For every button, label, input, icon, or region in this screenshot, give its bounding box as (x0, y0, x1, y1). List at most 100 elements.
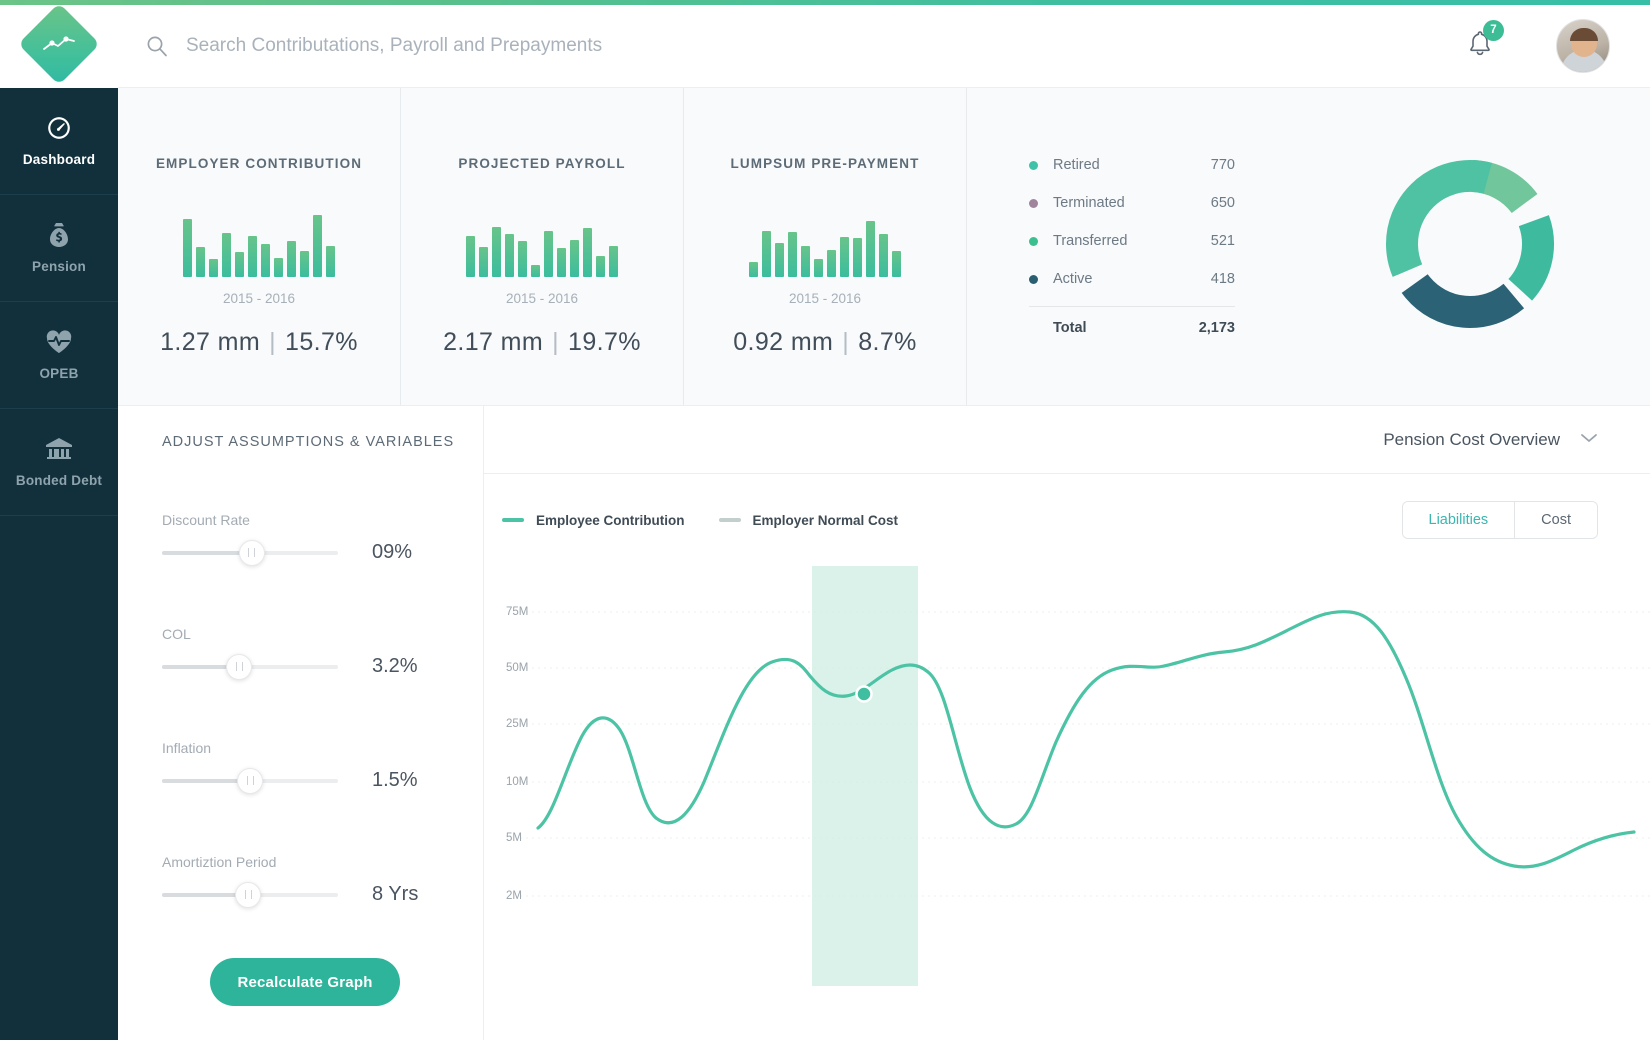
sparkline-bar (183, 219, 192, 277)
divider (1029, 306, 1235, 307)
slider-handle[interactable] (238, 539, 265, 566)
legend-label: Employee Contribution (536, 512, 685, 528)
slider-track[interactable] (162, 539, 338, 566)
top-header: 7 (118, 5, 1650, 88)
y-axis-tick: 2M (506, 890, 522, 902)
kpi-card-lumpsum-pre-payment[interactable]: LUMPSUM PRE-PAYMENT 2015 - 2016 0.92 mm |… (684, 88, 967, 405)
legend-swatch-icon (502, 518, 524, 522)
donut-chart[interactable] (1380, 154, 1560, 339)
avatar[interactable] (1556, 19, 1610, 73)
sidebar-item-bonded-debt[interactable]: Bonded Debt (0, 409, 118, 516)
sparkline-bar (222, 233, 231, 277)
slider-track[interactable] (162, 881, 338, 908)
legend-label: Transferred (1053, 233, 1128, 249)
chart-panel: Pension Cost Overview Employee Contribut… (484, 406, 1650, 1040)
sparkline-bar (492, 227, 501, 277)
slider-track[interactable] (162, 653, 338, 680)
sparkline-bar (248, 236, 257, 277)
legend-dot-icon (1029, 274, 1038, 284)
kpi-amount: 2.17 mm (443, 328, 544, 356)
y-axis-tick: 75M (506, 606, 529, 618)
y-axis-tick: 10M (506, 776, 529, 788)
chart-header: Pension Cost Overview (484, 406, 1650, 474)
sparkline-bar (801, 246, 810, 277)
kpi-row: EMPLOYER CONTRIBUTION 2015 - 2016 1.27 m… (118, 88, 1650, 406)
list-item[interactable]: Terminated 650 (1029, 184, 1235, 222)
y-axis-tick: 25M (506, 718, 529, 730)
sparkline-bar (827, 250, 836, 277)
avatar-hair (1570, 28, 1598, 41)
series-employee-contribution (536, 610, 1636, 869)
sidebar-item-label: Pension (32, 259, 86, 274)
recalculate-graph-button[interactable]: Recalculate Graph (210, 958, 400, 1006)
kpi-title: EMPLOYER CONTRIBUTION (155, 156, 363, 171)
dashboard-page: Dashboard Pension OPEB Bonded Debt Searc… (0, 0, 1650, 1040)
toggle-cost[interactable]: Cost (1514, 502, 1597, 538)
heart-pulse-icon (45, 329, 73, 355)
kpi-value: 0.92 mm | 8.7% (733, 328, 917, 357)
kpi-years: 2015 - 2016 (788, 291, 862, 306)
slider-value: 1.5% (372, 769, 418, 791)
legend-value: 770 (1210, 157, 1235, 173)
sparkline-bar (749, 262, 758, 277)
sparkline-bar (518, 241, 527, 277)
kpi-divider: | (842, 328, 850, 356)
sparkline-bars (466, 215, 618, 277)
sidebar-item-pension[interactable]: Pension (0, 195, 118, 302)
slider-track[interactable] (162, 767, 338, 794)
kpi-card-employer-contribution[interactable]: EMPLOYER CONTRIBUTION 2015 - 2016 1.27 m… (118, 88, 401, 405)
slider-handle[interactable] (226, 653, 253, 680)
sparkline-bar (840, 237, 849, 277)
slider-col: COL 3.2% (162, 626, 483, 680)
slider-handle[interactable] (237, 767, 263, 794)
legend-value: 650 (1210, 195, 1235, 211)
diamond-chart-logo-icon (17, 2, 101, 86)
chart-select-dropdown[interactable]: Pension Cost Overview (1383, 430, 1598, 450)
notifications-button[interactable]: 7 (1466, 19, 1504, 64)
speedometer-icon (46, 115, 72, 141)
kpi-value: 1.27 mm | 15.7% (160, 328, 358, 357)
chart-select-label: Pension Cost Overview (1383, 429, 1560, 449)
chart-legend: Employee Contribution Employer Normal Co… (502, 513, 898, 528)
kpi-percent: 15.7% (285, 328, 358, 356)
sparkline-bars (183, 215, 335, 277)
sparkline-bar (466, 236, 475, 277)
sparkline-bar (479, 247, 488, 277)
kpi-title: PROJECTED PAYROLL (458, 156, 626, 171)
list-item[interactable]: Retired 770 (1029, 146, 1235, 184)
notification-badge: 7 (1483, 19, 1504, 41)
legend-value: 521 (1210, 233, 1235, 249)
legend-item-employee-contribution[interactable]: Employee Contribution (502, 513, 685, 528)
search-input[interactable] (186, 35, 886, 57)
sparkline-bar (209, 259, 218, 277)
sparkline-bar (570, 240, 579, 277)
list-item[interactable]: Active 418 (1029, 260, 1235, 298)
slider-handle[interactable] (235, 881, 262, 908)
sidebar-item-dashboard[interactable]: Dashboard (0, 88, 118, 195)
slider-inflation: Inflation 1.5% (162, 740, 483, 794)
chart-data-point[interactable] (855, 685, 873, 703)
search-bar[interactable] (146, 35, 1466, 57)
list-item[interactable]: Transferred 521 (1029, 222, 1235, 260)
chevron-down-icon (1580, 431, 1598, 449)
sparkline-bar (300, 251, 309, 277)
sparkline-bar (762, 231, 771, 277)
y-axis-tick: 5M (506, 832, 522, 844)
sparkline-bar (235, 252, 244, 277)
sparkline-bar (196, 247, 205, 277)
app-logo[interactable] (0, 0, 118, 88)
search-icon (146, 35, 168, 57)
kpi-percent: 8.7% (858, 328, 917, 356)
legend-label: Terminated (1053, 195, 1125, 211)
total-value: 2,173 (1198, 320, 1235, 336)
sparkline-bar (853, 238, 862, 277)
slider-value: 3.2% (372, 655, 418, 677)
kpi-card-projected-payroll[interactable]: PROJECTED PAYROLL 2015 - 2016 2.17 mm | 19… (401, 88, 684, 405)
sparkline-bar (505, 234, 514, 277)
legend-item-employer-normal-cost[interactable]: Employer Normal Cost (718, 513, 898, 528)
line-chart[interactable]: 75M 50M 25M 10M 5M 2M (484, 566, 1650, 986)
toggle-liabilities[interactable]: Liabilities (1402, 502, 1515, 538)
sidebar-item-opeb[interactable]: OPEB (0, 302, 118, 409)
sidebar-item-label: OPEB (39, 366, 79, 381)
kpi-percent: 19.7% (568, 328, 641, 356)
